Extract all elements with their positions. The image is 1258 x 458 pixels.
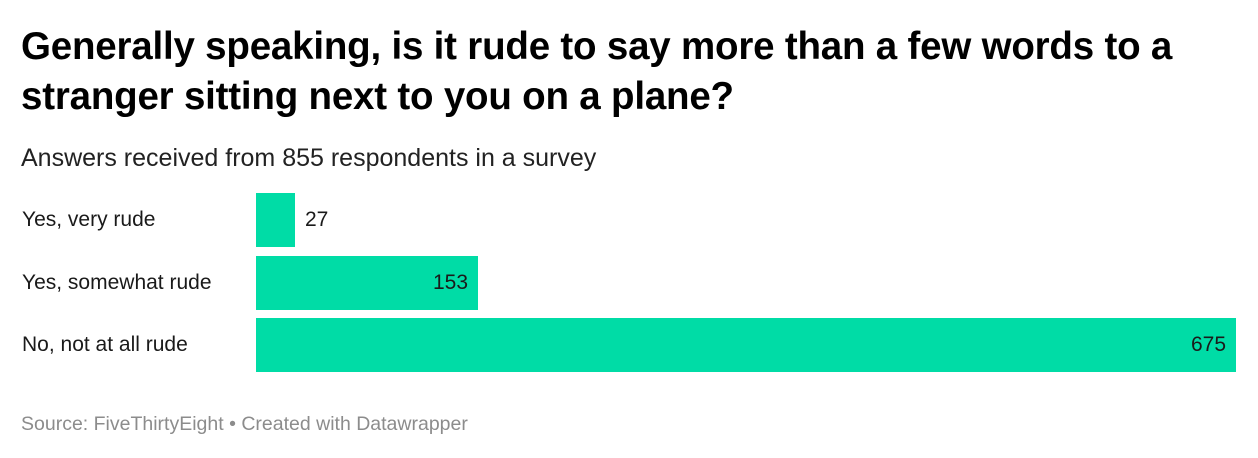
value-label: 153 (433, 270, 469, 294)
category-label: No, not at all rude (22, 333, 188, 356)
bar (256, 318, 1236, 372)
footer-separator: • (229, 413, 236, 435)
chart-footer: Source: FiveThirtyEight • Created with D… (21, 411, 468, 437)
category-label: Yes, very rude (22, 208, 156, 231)
category-label: Yes, somewhat rude (22, 270, 212, 294)
value-label: 27 (305, 208, 329, 231)
bar-chart: Yes, very rude 27 Yes, somewhat rude 153 No,… (0, 0, 1258, 458)
source-label: Source: FiveThirtyEight (21, 413, 224, 435)
value-label: 675 (1191, 333, 1227, 356)
datawrapper-credit-link[interactable]: Created with Datawrapper (241, 413, 468, 435)
bar (256, 193, 295, 247)
